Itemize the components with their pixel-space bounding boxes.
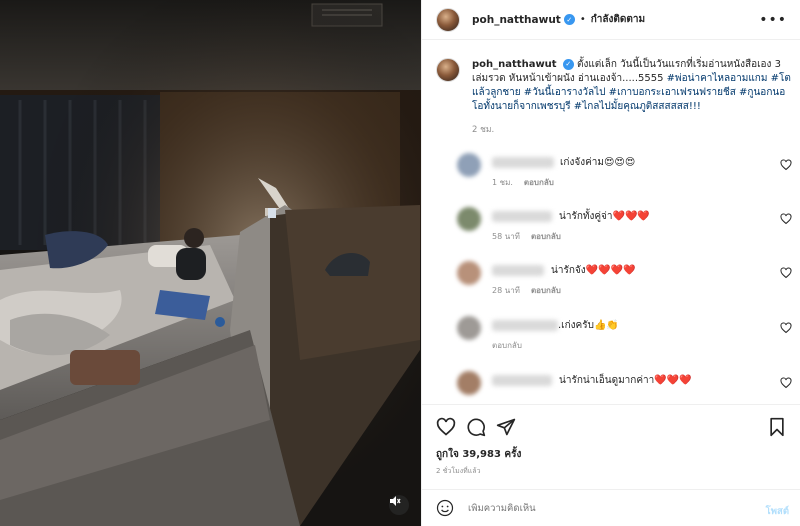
emoji-smile-icon[interactable] bbox=[436, 499, 454, 517]
commenter-avatar[interactable] bbox=[457, 153, 481, 177]
like-comment-heart-icon[interactable] bbox=[780, 322, 792, 334]
comment-meta: ตอบกลับ bbox=[492, 339, 522, 352]
comment-time: 58 นาที bbox=[492, 232, 520, 241]
comment-meta: 28 นาที ตอบกลับ bbox=[492, 284, 561, 297]
likes-suffix: ครั้ง bbox=[504, 449, 522, 460]
post-photo[interactable] bbox=[0, 0, 421, 526]
comment-bubble-icon[interactable] bbox=[466, 417, 486, 437]
commenter-avatar[interactable] bbox=[457, 371, 481, 395]
following-button[interactable]: กำลังติดตาม bbox=[591, 12, 645, 27]
comment-text: น่ารักจัง❤️❤️❤️❤️ bbox=[551, 265, 636, 276]
like-comment-heart-icon[interactable] bbox=[780, 267, 792, 279]
comment-item: .เก่งครับ👍👏 ตอบกลับ bbox=[436, 316, 792, 356]
commenter-avatar[interactable] bbox=[457, 316, 481, 340]
verified-badge-icon: ✓ bbox=[563, 14, 575, 25]
reply-button[interactable]: ตอบกลับ bbox=[531, 286, 561, 295]
caption-timestamp: 2 ชม. bbox=[472, 125, 495, 135]
post-comment-button[interactable]: โพสต์ bbox=[766, 504, 789, 519]
post-action-bar bbox=[422, 404, 800, 444]
add-comment-bar: โพสต์ bbox=[422, 489, 800, 526]
likes-label: ถูกใจ bbox=[436, 449, 459, 460]
more-options-icon[interactable]: ••• bbox=[759, 12, 787, 28]
comment-time: 1 ชม. bbox=[492, 178, 513, 187]
post-date: 2 ชั่วโมงที่แล้ว bbox=[436, 467, 481, 475]
share-direct-icon[interactable] bbox=[496, 417, 516, 437]
commenter-avatar[interactable] bbox=[457, 261, 481, 285]
speaker-muted-icon[interactable] bbox=[389, 495, 409, 515]
like-comment-heart-icon[interactable] bbox=[780, 377, 792, 389]
comment-text: น่ารักทั้งคู่จ่า❤️❤️❤️ bbox=[559, 211, 650, 222]
caption-verified-icon: ✓ bbox=[562, 58, 574, 70]
commenter-avatar[interactable] bbox=[457, 207, 481, 231]
comment-item: น่ารักทั้งคู่จ่า❤️❤️❤️ 58 นาที ตอบกลับ bbox=[436, 207, 792, 247]
likes-count[interactable]: ถูกใจ 39,983 ครั้ง bbox=[436, 447, 521, 462]
reply-button[interactable]: ตอบกลับ bbox=[524, 178, 554, 187]
comment-input[interactable] bbox=[468, 502, 748, 514]
post-caption: poh_natthawut ✓ ตั้งแต่เล็ก วันนี้เป็นวั… bbox=[436, 58, 792, 137]
like-comment-heart-icon[interactable] bbox=[780, 159, 792, 171]
likes-number: 39,983 bbox=[462, 449, 501, 460]
like-heart-icon[interactable] bbox=[436, 417, 456, 437]
caption-body: poh_natthawut ✓ ตั้งแต่เล็ก วันนี้เป็นวั… bbox=[472, 58, 792, 137]
comment-item: เก่งจังค่าม😍😍😍 1 ชม. ตอบกลับ bbox=[436, 153, 792, 193]
instagram-post-window: poh_natthawut ✓ • กำลังติดตาม ••• poh_na… bbox=[0, 0, 800, 526]
comment-text: น่ารักน่าเอ็นดูมากค่าา❤️❤️❤️ bbox=[559, 375, 692, 386]
comment-text: เก่งจังค่าม😍😍😍 bbox=[560, 157, 636, 168]
comment-item: น่ารักจัง❤️❤️❤️❤️ 28 นาที ตอบกลับ bbox=[436, 261, 792, 301]
commenter-username-blurred[interactable] bbox=[492, 375, 552, 386]
comment-meta: 1 ชม. ตอบกลับ bbox=[492, 176, 554, 189]
caption-author-avatar[interactable] bbox=[436, 58, 460, 82]
bedroom-photo-illustration bbox=[0, 0, 421, 526]
like-comment-heart-icon[interactable] bbox=[780, 213, 792, 225]
comment-text: .เก่งครับ👍👏 bbox=[558, 320, 619, 331]
comment-meta: 58 นาที ตอบกลับ bbox=[492, 230, 561, 243]
comment-time: 28 นาที bbox=[492, 286, 520, 295]
caption-username[interactable]: poh_natthawut bbox=[472, 59, 557, 70]
reply-button[interactable]: ตอบกลับ bbox=[531, 232, 561, 241]
commenter-username-blurred[interactable] bbox=[492, 157, 554, 168]
commenter-username-blurred[interactable] bbox=[492, 320, 558, 331]
author-username[interactable]: poh_natthawut bbox=[472, 14, 561, 26]
post-details-panel: poh_natthawut ✓ • กำลังติดตาม ••• poh_na… bbox=[421, 0, 800, 526]
reply-button[interactable]: ตอบกลับ bbox=[492, 341, 522, 350]
commenter-username-blurred[interactable] bbox=[492, 211, 552, 222]
commenter-username-blurred[interactable] bbox=[492, 265, 544, 276]
post-header: poh_natthawut ✓ • กำลังติดตาม ••• bbox=[422, 0, 800, 40]
separator-dot: • bbox=[579, 14, 586, 25]
save-bookmark-icon[interactable] bbox=[767, 417, 787, 437]
speaker-muted-glyph bbox=[390, 496, 401, 506]
author-avatar[interactable] bbox=[436, 7, 460, 32]
